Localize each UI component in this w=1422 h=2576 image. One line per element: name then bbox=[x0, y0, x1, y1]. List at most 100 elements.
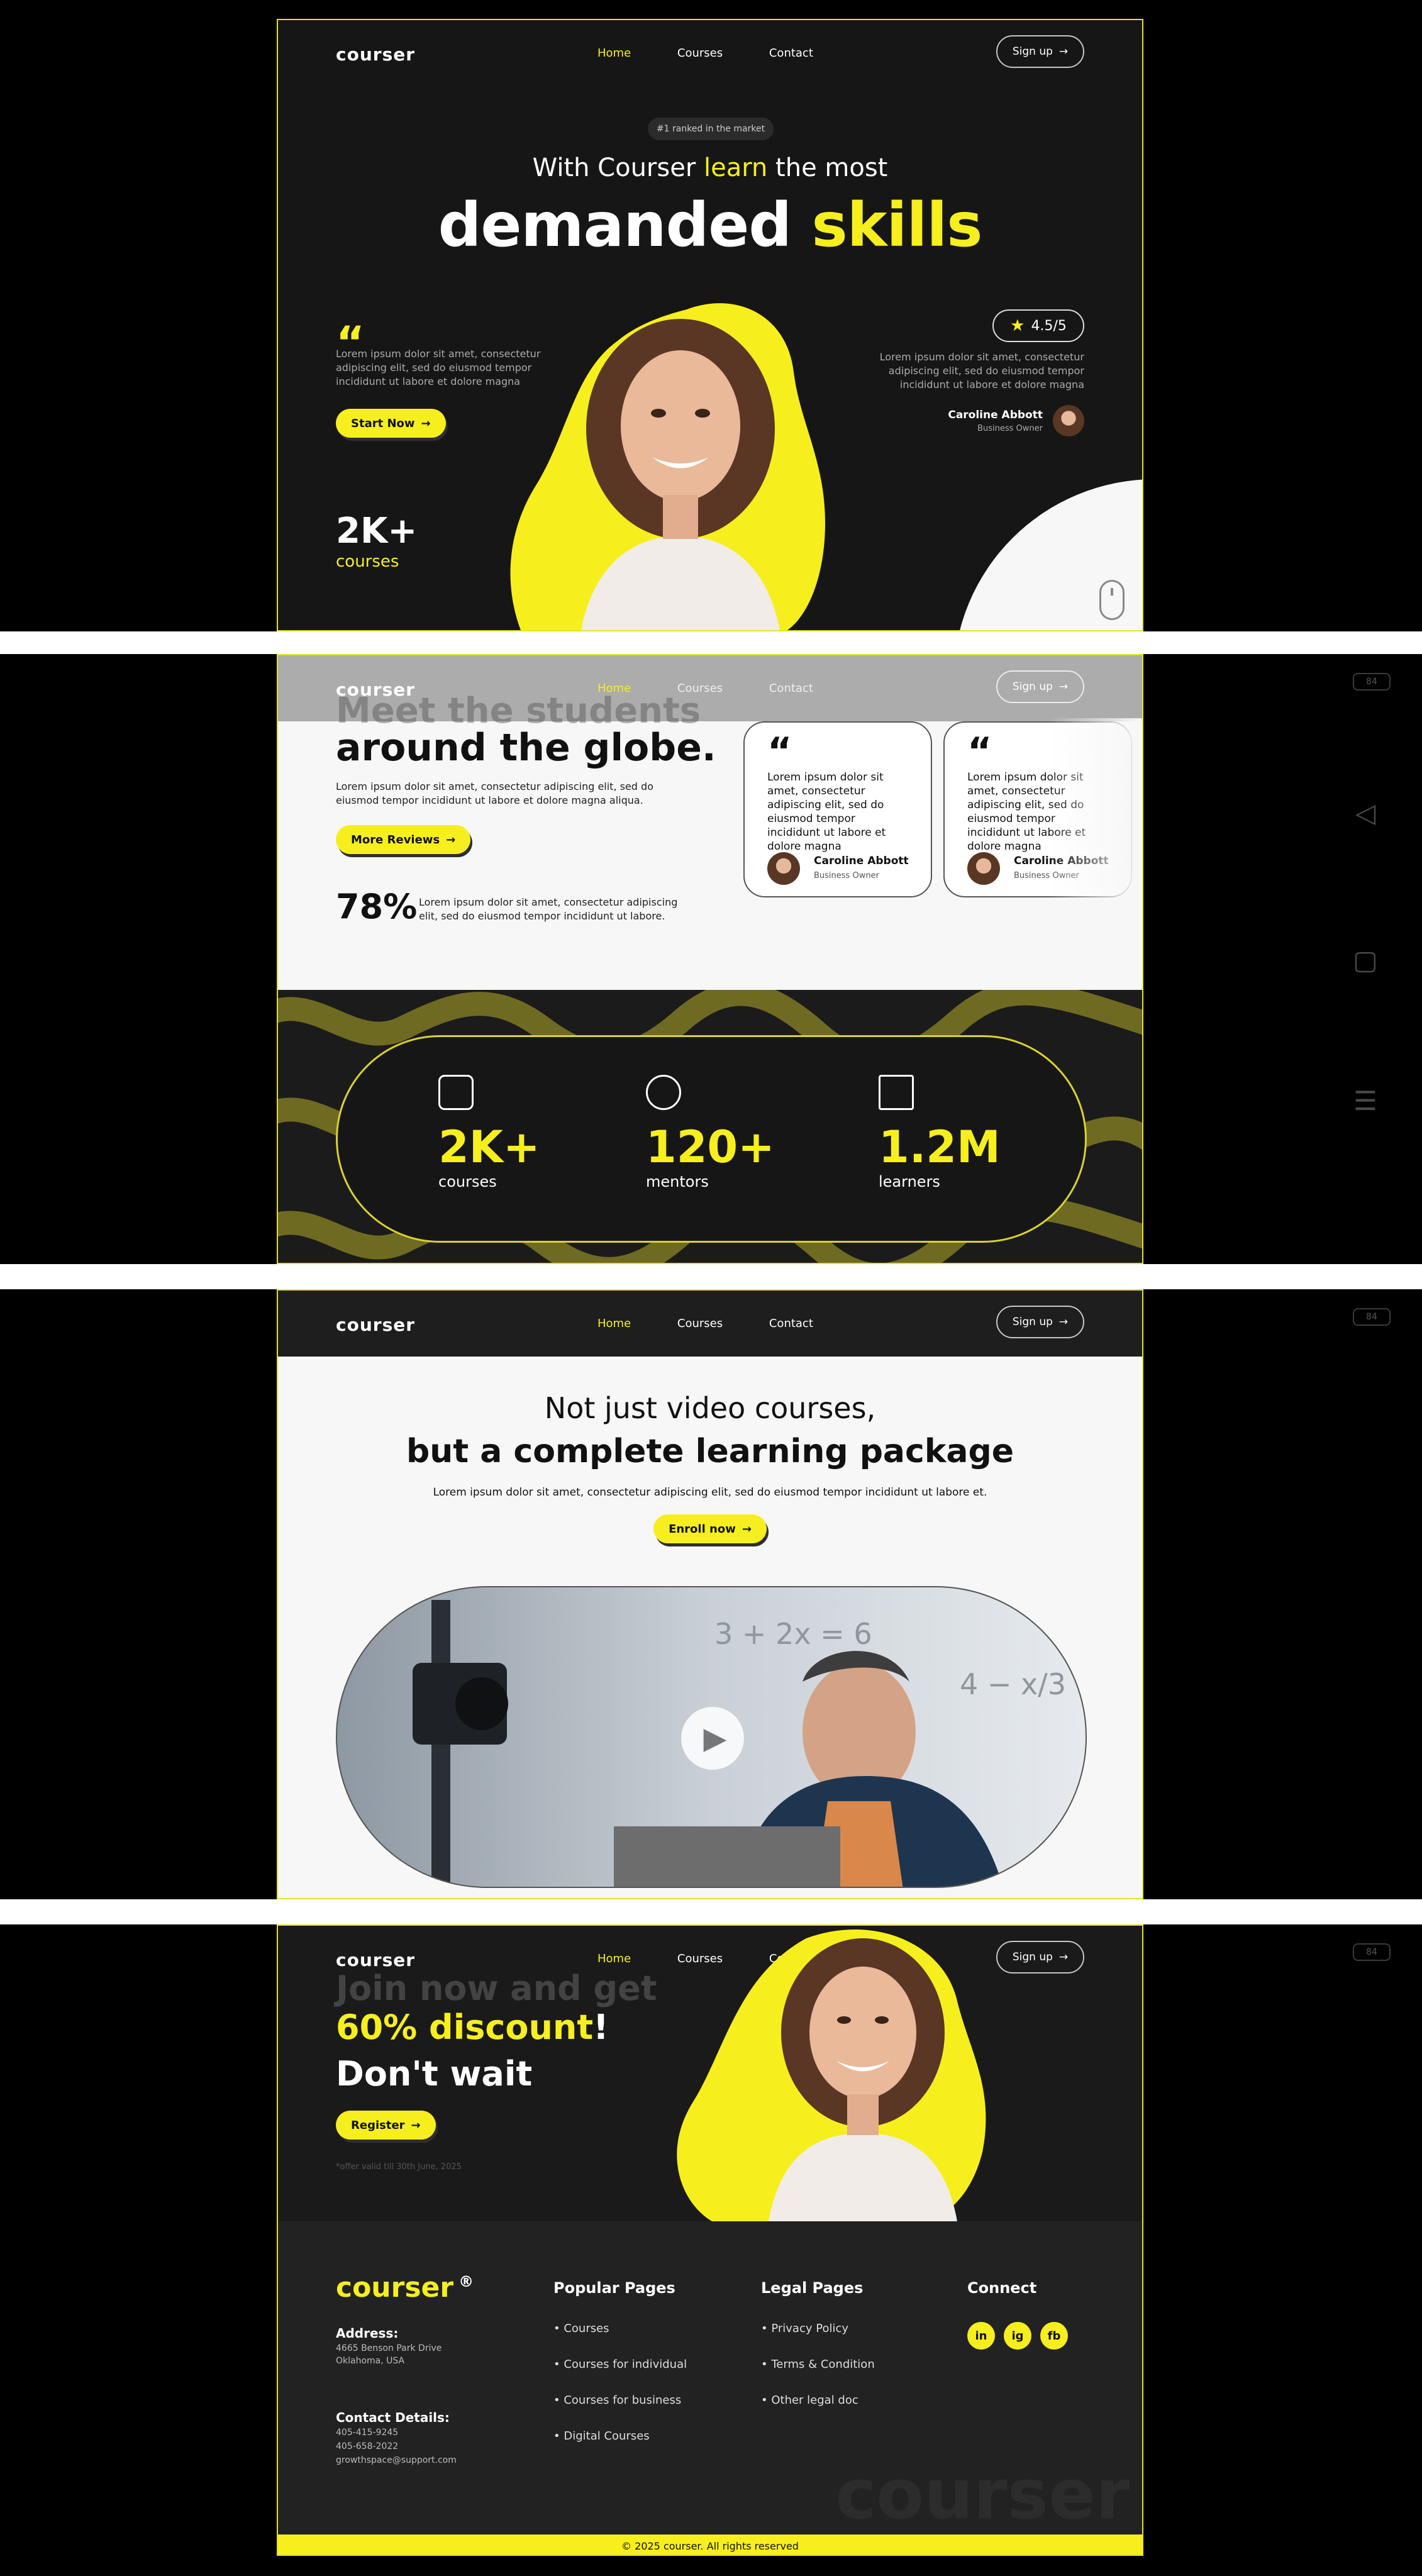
review-card[interactable]: “ Lorem ipsum dolor sit amet, consectetu… bbox=[743, 721, 932, 897]
register-button[interactable]: Register → bbox=[336, 2111, 436, 2140]
package-title-line2: but a complete learning package bbox=[406, 1433, 1014, 1470]
nav-home[interactable]: Home bbox=[597, 1952, 631, 1965]
footer-link[interactable]: • Privacy Policy bbox=[761, 2322, 875, 2335]
discount-footer-section: courser Home Courses Contact Sign up→ Jo… bbox=[277, 1924, 1143, 2556]
legal-pages: Legal Pages • Privacy Policy • Terms & C… bbox=[761, 2279, 875, 2429]
quote-icon: “ bbox=[767, 730, 792, 774]
reviewer-name: Caroline Abbott bbox=[948, 409, 1043, 421]
footer: courser ® Address: 4665 Benson Park Drive… bbox=[278, 2221, 1142, 2555]
contact-label: Contact Details: bbox=[336, 2410, 450, 2425]
avatar bbox=[1053, 405, 1084, 436]
nav-home[interactable]: Home bbox=[597, 1317, 631, 1330]
package-section: courser Home Courses Contact Sign up → No… bbox=[277, 1289, 1143, 1899]
footer-watermark: courser bbox=[835, 2454, 1130, 2534]
nav-links: Home Courses Contact bbox=[597, 47, 856, 60]
reviews-title: around the globe. bbox=[336, 726, 716, 770]
signup-button[interactable]: Sign up → bbox=[996, 670, 1084, 703]
discount-portrait bbox=[677, 1929, 986, 2221]
stat-courses: 2K+ courses bbox=[438, 1075, 540, 1191]
footer-link[interactable]: • Courses bbox=[553, 2322, 687, 2335]
top-nav: courser Home Courses Contact Sign up→ bbox=[278, 20, 1142, 86]
logo[interactable]: courser bbox=[336, 1950, 415, 1970]
contact-email[interactable]: growthspace@support.com bbox=[336, 2455, 457, 2465]
signup-button[interactable]: Sign up → bbox=[996, 1306, 1084, 1338]
hero-quote-text: Lorem ipsum dolor sit amet, consectetur … bbox=[336, 348, 541, 387]
logo[interactable]: courser bbox=[336, 44, 415, 65]
mentor-icon bbox=[646, 1075, 681, 1110]
hero-section: courser Home Courses Contact Sign up → #1… bbox=[277, 19, 1143, 631]
book-icon bbox=[879, 1075, 914, 1110]
video-player[interactable]: 3 + 2x = 6 4 − x/3 ▶ bbox=[336, 1586, 1087, 1888]
arrow-right-icon: → bbox=[742, 1522, 752, 1536]
stat-label: learners bbox=[879, 1173, 940, 1191]
instagram-icon[interactable]: ig bbox=[1004, 2322, 1031, 2350]
discount-subhead: Don't wait bbox=[336, 2054, 533, 2094]
package-title-line1: Not just video courses, bbox=[544, 1391, 876, 1425]
reviewer-role: Business Owner bbox=[977, 424, 1043, 433]
nav-contact[interactable]: Contact bbox=[769, 1317, 813, 1330]
arrow-right-icon: → bbox=[1058, 45, 1069, 58]
stat-mentors: 120+ mentors bbox=[646, 1075, 775, 1191]
nav-links: Home Courses Contact bbox=[597, 1317, 856, 1330]
avatar bbox=[767, 852, 800, 885]
enroll-wrap: Enroll now → bbox=[278, 1514, 1142, 1543]
system-badge: 84 bbox=[1353, 1308, 1391, 1326]
contact-phone: 405-658-2022 bbox=[336, 2441, 399, 2451]
copyright-bar: © 2025 courser. All rights reserved bbox=[278, 2534, 1142, 2555]
nav-courses[interactable]: Courses bbox=[677, 1317, 723, 1330]
recents-nav-icon[interactable]: ☰ bbox=[1347, 1085, 1384, 1116]
stat-value: 2K+ bbox=[438, 1121, 540, 1173]
offer-note: *offer valid till 30th June, 2025 bbox=[336, 2162, 462, 2172]
avatar bbox=[967, 852, 1000, 885]
nav-home[interactable]: Home bbox=[597, 47, 631, 60]
popular-title: Popular Pages bbox=[553, 2279, 675, 2297]
nav-courses[interactable]: Courses bbox=[677, 47, 723, 60]
screenshot-panel-reviews: courser Home Courses Contact Sign up → Me… bbox=[0, 654, 1422, 1264]
popular-pages: Popular Pages • Courses • Courses for in… bbox=[553, 2279, 687, 2465]
address-label: Address: bbox=[336, 2326, 399, 2341]
contact-phone: 405-415-9245 bbox=[336, 2428, 399, 2438]
linkedin-icon[interactable]: in bbox=[967, 2322, 995, 2350]
nav-contact[interactable]: Contact bbox=[769, 682, 813, 695]
graduation-icon bbox=[438, 1075, 474, 1110]
card-fade bbox=[1048, 718, 1142, 907]
stat-label: courses bbox=[438, 1173, 497, 1191]
footer-link[interactable]: • Terms & Condition bbox=[761, 2358, 875, 2371]
percent-text: Lorem ipsum dolor sit amet, consectetur … bbox=[419, 896, 678, 922]
footer-link[interactable]: • Digital Courses bbox=[553, 2429, 687, 2443]
play-button[interactable]: ▶ bbox=[681, 1707, 744, 1770]
review-card-role: Business Owner bbox=[814, 871, 879, 880]
rating-badge: ★ 4.5/5 bbox=[992, 309, 1084, 342]
stats-band: 2K+ courses 120+ mentors 1.2M learners bbox=[278, 990, 1142, 1263]
address-line: Oklahoma, USA bbox=[336, 2356, 405, 2366]
review-card-name: Caroline Abbott bbox=[814, 855, 909, 867]
footer-link[interactable]: • Courses for business bbox=[553, 2394, 687, 2407]
footer-link[interactable]: • Other legal doc bbox=[761, 2394, 875, 2407]
connect: Connect in ig fb bbox=[967, 2279, 1077, 2350]
start-now-button[interactable]: Start Now → bbox=[336, 409, 446, 438]
face bbox=[621, 350, 740, 501]
logo[interactable]: courser bbox=[336, 1314, 415, 1335]
home-nav-icon[interactable]: ▢ bbox=[1347, 945, 1384, 975]
nav-contact[interactable]: Contact bbox=[769, 47, 813, 60]
more-reviews-button[interactable]: More Reviews → bbox=[336, 825, 471, 854]
screenshot-panel-hero: courser Home Courses Contact Sign up → #1… bbox=[0, 0, 1422, 631]
signup-button[interactable]: Sign up → bbox=[996, 35, 1084, 68]
arrow-right-icon: → bbox=[1058, 680, 1069, 693]
facebook-icon[interactable]: fb bbox=[1040, 2322, 1068, 2350]
package-text: Lorem ipsum dolor sit amet, consectetur … bbox=[433, 1486, 987, 1499]
enroll-now-button[interactable]: Enroll now → bbox=[653, 1514, 767, 1543]
arrow-right-icon: → bbox=[421, 416, 431, 430]
arrow-right-icon: → bbox=[446, 833, 456, 847]
reviews-text: Lorem ipsum dolor sit amet, consectetur … bbox=[336, 780, 653, 806]
system-badge: 84 bbox=[1353, 673, 1391, 691]
play-icon: ▶ bbox=[703, 1721, 727, 1756]
back-nav-icon[interactable]: ◁ bbox=[1347, 797, 1384, 828]
screenshot-panel-footer: courser Home Courses Contact Sign up→ Jo… bbox=[0, 1924, 1422, 2576]
footer-link[interactable]: • Courses for individual bbox=[553, 2358, 687, 2371]
hero-subtitle: With Courser learn the most bbox=[532, 153, 888, 182]
hero-portrait bbox=[510, 303, 825, 630]
stat-label: mentors bbox=[646, 1173, 709, 1191]
percent-value: 78% bbox=[336, 887, 418, 926]
review-card-text: Lorem ipsum dolor sit amet, consectetur … bbox=[767, 771, 886, 853]
